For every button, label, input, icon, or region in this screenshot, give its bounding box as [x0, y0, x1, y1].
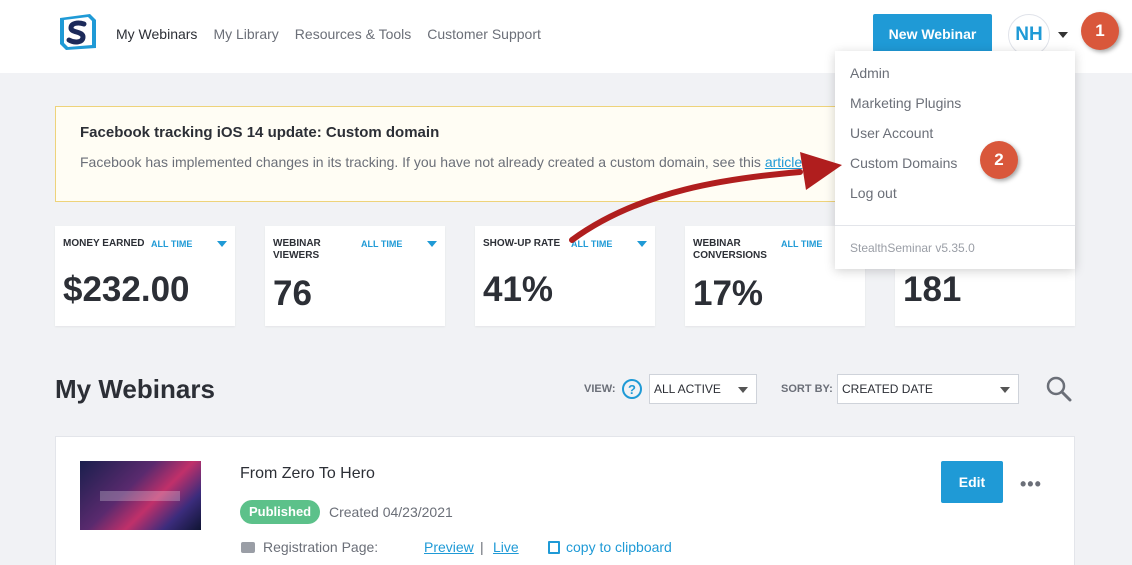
alert-text: Facebook has implemented changes in its … — [80, 154, 765, 170]
chevron-down-icon — [1000, 387, 1010, 393]
nav-my-library[interactable]: My Library — [213, 26, 278, 42]
caret-down-icon[interactable] — [427, 241, 437, 247]
new-webinar-button[interactable]: New Webinar — [873, 14, 992, 54]
webinar-title[interactable]: From Zero To Hero — [240, 465, 375, 483]
link-separator: | — [480, 539, 484, 555]
stat-card-show-up-rate: SHOW-UP RATE ALL TIME 41% — [475, 226, 655, 326]
chevron-down-icon — [738, 387, 748, 393]
caret-down-icon[interactable] — [637, 241, 647, 247]
menu-item-user-account[interactable]: User Account — [850, 125, 933, 141]
ticket-icon — [241, 542, 255, 553]
menu-divider — [835, 225, 1075, 226]
stat-card-money-earned: MONEY EARNED ALL TIME $232.00 — [55, 226, 235, 326]
sort-select[interactable]: CREATED DATE — [837, 374, 1019, 404]
page-title: My Webinars — [55, 374, 215, 404]
logo-icon[interactable] — [56, 12, 100, 52]
nav-resources-tools[interactable]: Resources & Tools — [295, 26, 411, 42]
caret-down-icon[interactable] — [1058, 32, 1068, 38]
caret-down-icon[interactable] — [217, 241, 227, 247]
stat-period[interactable]: ALL TIME — [781, 239, 822, 249]
menu-item-custom-domains[interactable]: Custom Domains — [850, 155, 957, 171]
stat-period[interactable]: ALL TIME — [571, 239, 612, 249]
view-select[interactable]: ALL ACTIVE — [649, 374, 757, 404]
copy-to-clipboard-link[interactable]: copy to clipboard — [566, 539, 672, 555]
stat-label: MONEY EARNED — [63, 238, 145, 249]
sort-select-value: CREATED DATE — [842, 382, 933, 396]
view-label: VIEW: — [584, 383, 616, 395]
callout-1: 1 — [1081, 12, 1119, 50]
help-icon[interactable]: ? — [622, 379, 642, 399]
article-link[interactable]: article — [765, 154, 802, 170]
stat-value: 17% — [693, 274, 764, 313]
sort-label: SORT BY: — [781, 383, 833, 395]
alert-title: Facebook tracking iOS 14 update: Custom … — [80, 124, 440, 141]
search-icon[interactable] — [1046, 376, 1072, 402]
stat-value: 76 — [273, 274, 312, 313]
stat-value: $232.00 — [63, 270, 190, 309]
nav-my-webinars[interactable]: My Webinars — [116, 26, 197, 42]
stat-value: 41% — [483, 270, 554, 309]
menu-item-admin[interactable]: Admin — [850, 65, 890, 81]
copy-icon[interactable] — [548, 541, 560, 554]
stat-label: WEBINAR CONVERSIONS — [693, 238, 767, 261]
stat-card-webinar-viewers: WEBINAR VIEWERS ALL TIME 76 — [265, 226, 445, 326]
alert-body: Facebook has implemented changes in its … — [80, 154, 830, 170]
live-link[interactable]: Live — [493, 539, 519, 555]
menu-item-log-out[interactable]: Log out — [850, 185, 897, 201]
stat-label: SHOW-UP RATE — [483, 238, 561, 249]
status-badge: Published — [240, 500, 321, 524]
created-date: Created 04/23/2021 — [329, 504, 453, 520]
preview-link[interactable]: Preview — [424, 539, 474, 555]
stat-period[interactable]: ALL TIME — [151, 239, 192, 249]
menu-item-marketing-plugins[interactable]: Marketing Plugins — [850, 95, 961, 111]
webinar-thumbnail[interactable] — [80, 461, 201, 530]
webinar-card: From Zero To Hero Published Created 04/2… — [55, 436, 1075, 565]
edit-button[interactable]: Edit — [941, 461, 1003, 503]
user-menu-dropdown: Admin Marketing Plugins User Account Cus… — [835, 51, 1075, 269]
stat-period[interactable]: ALL TIME — [361, 239, 402, 249]
avatar[interactable]: NH — [1008, 14, 1050, 56]
more-icon[interactable]: ••• — [1020, 474, 1042, 495]
alert-banner: Facebook tracking iOS 14 update: Custom … — [55, 106, 855, 202]
callout-2: 2 — [980, 141, 1018, 179]
main-nav: My Webinars My Library Resources & Tools… — [116, 26, 541, 42]
nav-customer-support[interactable]: Customer Support — [427, 26, 541, 42]
stat-value: 181 — [903, 270, 962, 309]
registration-label: Registration Page: — [263, 539, 379, 555]
stat-label: WEBINAR VIEWERS — [273, 238, 321, 261]
version-label: StealthSeminar v5.35.0 — [850, 241, 975, 255]
view-select-value: ALL ACTIVE — [654, 382, 721, 396]
